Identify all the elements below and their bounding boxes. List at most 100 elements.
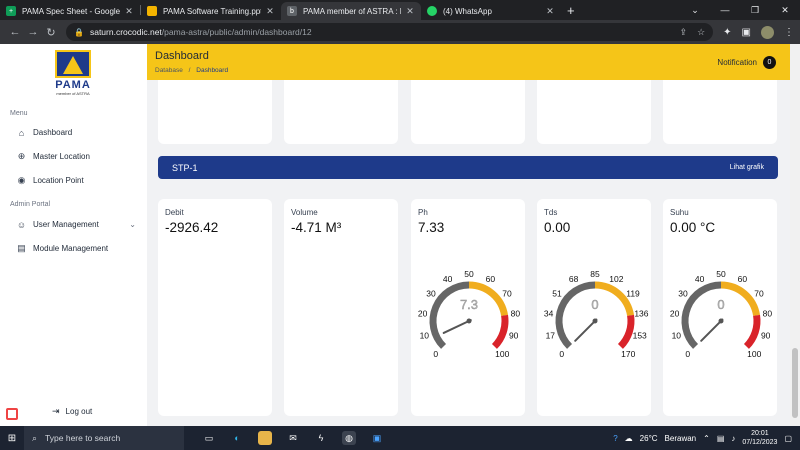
sidebar-item-label: User Management [33, 220, 99, 229]
task-view-icon[interactable]: ▭ [202, 431, 216, 445]
network-icon[interactable]: ▤ [717, 434, 725, 443]
tab-pama-training[interactable]: PAMA Software Training.pptx - G ✕ [141, 2, 281, 20]
sidebar-item-location-point[interactable]: ◉ Location Point [16, 175, 136, 186]
weather-text[interactable]: Berawan [665, 434, 697, 443]
gauge-tick-label: 90 [509, 331, 519, 341]
app-icon[interactable]: ϟ [314, 431, 328, 445]
module-icon: ▤ [17, 243, 26, 253]
notification-label: Notification [717, 58, 757, 67]
gauge-tick-label: 80 [511, 309, 521, 319]
profile-avatar[interactable] [761, 25, 774, 39]
breadcrumb-root[interactable]: Database [155, 67, 183, 74]
pama-logo[interactable]: PAMA member of ASTRA [52, 50, 94, 100]
reload-icon[interactable]: ↻ [42, 26, 60, 39]
gauge-readout: 7.3 [460, 297, 478, 312]
close-icon[interactable]: ✕ [124, 6, 134, 17]
home-icon: ⌂ [18, 127, 25, 138]
maximize-icon[interactable]: ❐ [740, 5, 770, 16]
taskbar-clock[interactable]: 20:01 07/12/2023 [742, 429, 777, 447]
section-title: STP-1 [172, 162, 198, 173]
share-icon[interactable]: ⇪ [680, 27, 688, 38]
new-tab-button[interactable]: + [561, 3, 581, 18]
slides-icon [147, 6, 157, 16]
pama-logo-mark [55, 50, 91, 78]
extensions-icon[interactable]: ✦ [723, 27, 731, 38]
gauge-tick-label: 100 [747, 349, 761, 357]
pin-icon: ◉ [17, 175, 26, 185]
sidebar-item-dashboard[interactable]: ⌂ Dashboard [16, 127, 136, 138]
sidepanel-icon[interactable]: ▣ [742, 27, 751, 38]
metric-label: Suhu [670, 208, 689, 217]
chrome-icon[interactable]: ◍ [342, 431, 356, 445]
gauge-tick-label: 70 [502, 288, 512, 298]
chevron-down-icon[interactable]: ⌄ [129, 220, 136, 229]
sidebar-item-label: Dashboard [33, 128, 73, 137]
back-icon[interactable]: ← [6, 26, 24, 38]
notifications-icon[interactable]: ▢ [784, 434, 792, 443]
gauge-arc-low [681, 281, 722, 349]
view-chart-link[interactable]: Lihat grafik [730, 164, 764, 171]
help-icon[interactable]: ? [613, 434, 617, 443]
clock-date: 07/12/2023 [742, 439, 778, 446]
gauge-tick-label: 100 [495, 349, 509, 357]
tray-overflow-icon[interactable]: ⌃ [703, 434, 710, 443]
tab-pama-spec-sheet[interactable]: + PAMA Spec Sheet - Google Spre ✕ [0, 2, 140, 20]
close-icon[interactable]: ✕ [545, 6, 555, 17]
gauge-tick-label: 20 [670, 309, 680, 319]
sidebar-item-module-management[interactable]: ▤ Module Management [16, 243, 136, 254]
gauge-hub [592, 318, 598, 324]
gauge-tick-label: 34 [544, 309, 554, 319]
weather-temp[interactable]: 26°C [640, 434, 658, 443]
metric-card-suhu: Suhu 0.00 °C 0 10 20 30 40 50 60 70 80 90 100 0 [663, 199, 777, 416]
close-window-icon[interactable]: ✕ [770, 5, 800, 16]
address-bar[interactable]: 🔒 saturn.crocodic.net /pama-astra/public… [66, 23, 714, 41]
gauge-tick-label: 0 [559, 349, 564, 357]
gauge-tick-label: 0 [433, 349, 438, 357]
gauge-arc-mid [720, 281, 761, 317]
windows-start-icon[interactable]: ⊞ [0, 433, 24, 444]
tab-title: PAMA member of ASTRA : Dash [303, 6, 401, 16]
gauge-tick-label: 40 [443, 274, 453, 284]
page-title: Dashboard [155, 50, 209, 62]
section-bar-stp1: STP-1 Lihat grafik [158, 156, 778, 179]
menu-kebab-icon[interactable]: ⋮ [784, 27, 794, 38]
tab-pama-dashboard[interactable]: b PAMA member of ASTRA : Dash ✕ [281, 2, 421, 20]
close-icon[interactable]: ✕ [265, 6, 275, 17]
minimize-icon[interactable]: — [710, 5, 740, 15]
ph-gauge: 010 20 30 40 50 60 70 80 90100 7.3 [418, 269, 521, 357]
sidebar-item-user-management[interactable]: ☺ User Management ⌄ [16, 219, 136, 230]
metric-card-partial [663, 80, 777, 144]
gauge-readout: 0 [591, 297, 598, 312]
sidebar-item-master-location[interactable]: ⊕ Master Location [16, 151, 136, 162]
metric-card-partial [411, 80, 525, 144]
scrollbar-thumb[interactable] [792, 348, 798, 418]
search-icon: ⌕ [32, 432, 38, 443]
metric-card-volume: Volume -4.71 M³ [284, 199, 398, 416]
close-icon[interactable]: ✕ [405, 6, 415, 17]
metric-card-tds: Tds 0.00 0 17 34 51 68 85 102 119 136 153 170 0 [537, 199, 651, 416]
bookmark-star-icon[interactable]: ☆ [697, 27, 705, 38]
file-explorer-icon[interactable] [258, 431, 272, 445]
laravel-icon [6, 408, 18, 420]
tab-whatsapp[interactable]: (4) WhatsApp ✕ [421, 2, 561, 20]
metric-value: 7.33 [418, 220, 445, 235]
logout-button[interactable]: ⇥ Log out [52, 406, 92, 417]
notification-button[interactable]: Notification 0 [717, 56, 776, 69]
browser-toolbar: ← → ↻ 🔒 saturn.crocodic.net /pama-astra/… [0, 20, 800, 44]
edge-icon[interactable]: ◐ [230, 431, 244, 445]
admin-section-title: Admin Portal [10, 201, 51, 208]
gauge-needle [574, 318, 598, 342]
forward-icon[interactable]: → [24, 26, 42, 38]
windows-taskbar: ⊞ ⌕ Type here to search ▭ ◐ ✉ ϟ ◍ ▣ ? ☁ … [0, 426, 800, 450]
metric-card-partial [158, 80, 272, 144]
tab-search-icon[interactable]: ⌄ [680, 5, 710, 16]
taskbar-search-box[interactable]: ⌕ Type here to search [24, 426, 184, 450]
mail-icon[interactable]: ✉ [286, 431, 300, 445]
page-scrollbar[interactable] [790, 44, 800, 426]
metric-value: 0.00 °C [670, 220, 716, 235]
gauge-tick-label: 170 [621, 349, 635, 357]
remote-desktop-icon[interactable]: ▣ [370, 431, 384, 445]
volume-icon[interactable]: ♪ [731, 434, 735, 443]
gauge-tick-label: 0 [685, 349, 690, 357]
gauge-arc-high [491, 314, 509, 349]
